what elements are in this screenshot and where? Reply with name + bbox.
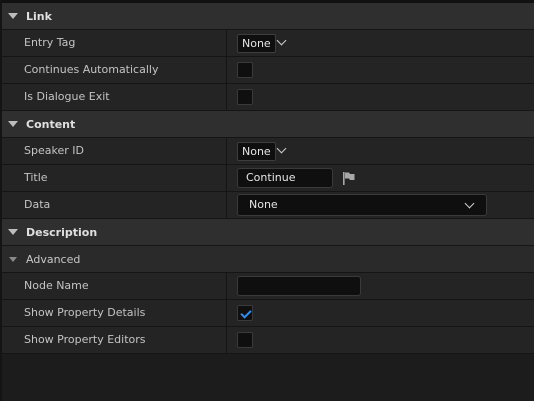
show-property-details-checkbox[interactable]	[237, 305, 253, 321]
column-divider	[226, 30, 227, 56]
row-is-dialogue-exit: Is Dialogue Exit	[2, 84, 534, 111]
row-entry-tag: Entry Tag None	[2, 30, 534, 57]
row-title: Title Continue	[2, 165, 534, 192]
node-name-input[interactable]	[237, 276, 361, 296]
continues-automatically-checkbox[interactable]	[237, 62, 253, 78]
collapse-arrow-icon	[8, 229, 18, 235]
column-divider	[226, 192, 227, 218]
collapse-arrow-icon	[9, 256, 17, 262]
property-label: Show Property Details	[24, 306, 146, 319]
section-link[interactable]: Link	[2, 3, 534, 30]
flag-icon[interactable]	[342, 171, 356, 186]
section-title: Content	[26, 117, 76, 131]
collapse-arrow-icon	[8, 13, 18, 19]
chevron-down-icon[interactable]	[276, 143, 287, 154]
row-data: Data None	[2, 192, 534, 219]
chevron-down-icon[interactable]	[276, 35, 287, 46]
data-dropdown[interactable]: None	[237, 194, 487, 216]
column-divider	[226, 273, 227, 299]
entry-tag-dropdown[interactable]: None	[237, 34, 276, 53]
property-label: Entry Tag	[24, 36, 76, 49]
details-panel: Link Entry Tag None Continues Automatica…	[0, 0, 534, 401]
column-divider	[226, 57, 227, 83]
property-label: Node Name	[24, 279, 89, 292]
data-dropdown-value: None	[249, 198, 278, 211]
empty-panel-area	[2, 354, 534, 401]
section-title: Description	[26, 225, 98, 239]
property-label: Speaker ID	[24, 144, 84, 157]
row-show-property-details: Show Property Details	[2, 300, 534, 327]
row-show-property-editors: Show Property Editors	[2, 327, 534, 354]
column-divider	[226, 300, 227, 326]
property-label: Title	[24, 171, 48, 184]
property-label: Show Property Editors	[24, 333, 146, 346]
column-divider	[226, 165, 227, 191]
section-description[interactable]: Description	[2, 219, 534, 246]
row-speaker-id: Speaker ID None	[2, 138, 534, 165]
chevron-down-icon	[464, 198, 475, 209]
row-node-name: Node Name	[2, 273, 534, 300]
row-continues-automatically: Continues Automatically	[2, 57, 534, 84]
section-title: Link	[26, 9, 52, 23]
speaker-id-dropdown[interactable]: None	[237, 142, 276, 161]
show-property-editors-checkbox[interactable]	[237, 332, 253, 348]
title-input[interactable]: Continue	[237, 168, 333, 188]
property-label: Data	[24, 198, 51, 211]
subsection-advanced[interactable]: Advanced	[2, 246, 534, 273]
subsection-title: Advanced	[26, 252, 81, 266]
property-label: Is Dialogue Exit	[24, 90, 110, 103]
collapse-arrow-icon	[8, 121, 18, 127]
column-divider	[226, 84, 227, 110]
column-divider	[226, 138, 227, 164]
column-divider	[226, 327, 227, 353]
section-content[interactable]: Content	[2, 111, 534, 138]
property-label: Continues Automatically	[24, 63, 159, 76]
is-dialogue-exit-checkbox[interactable]	[237, 89, 253, 105]
